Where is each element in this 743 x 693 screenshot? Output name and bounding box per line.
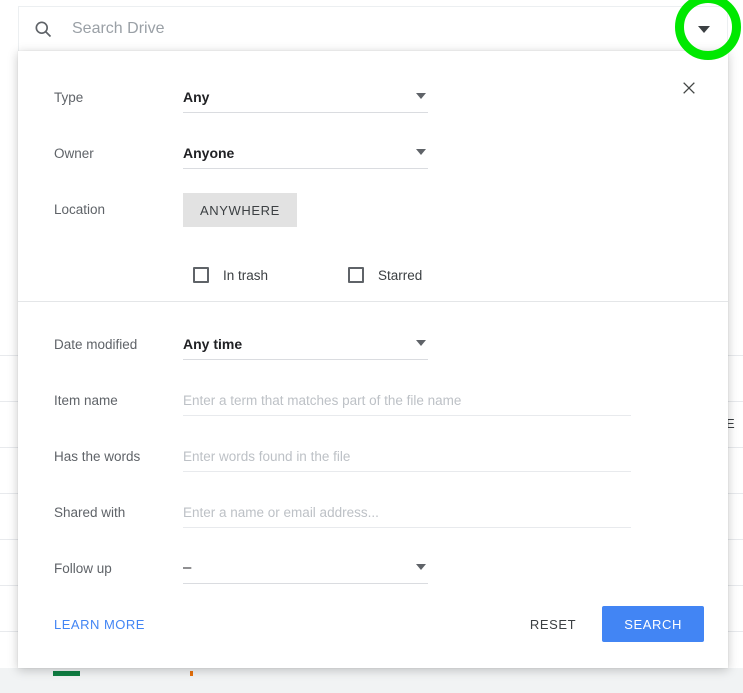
date-modified-select[interactable]: Any time: [183, 328, 428, 360]
item-name-input[interactable]: [183, 384, 631, 416]
type-select-value: Any: [183, 88, 210, 105]
secondary-filters-section: Date modified Any time Item name Has the…: [18, 302, 728, 608]
sheets-file-icon: [53, 671, 80, 676]
search-bar: [18, 6, 728, 51]
field-owner: Owner Anyone: [18, 137, 728, 193]
type-select[interactable]: Any: [183, 81, 428, 113]
has-the-words-input[interactable]: [183, 440, 631, 472]
primary-filters-section: Type Any Owner Anyone Location ANYWHERE …: [18, 51, 728, 301]
search-icon[interactable]: [31, 17, 55, 41]
field-date-modified: Date modified Any time: [18, 328, 728, 384]
field-label: Location: [54, 202, 106, 217]
starred-label: Starred: [378, 267, 423, 283]
field-shared-with: Shared with: [18, 496, 728, 552]
footer-actions: RESET SEARCH: [516, 606, 704, 642]
in-trash-checkbox[interactable]: In trash: [193, 267, 268, 283]
drive-advanced-search-screen: E Search Drive Type Any Owner Anyone Loc…: [0, 0, 743, 693]
field-label: Owner: [54, 146, 94, 161]
chevron-down-icon: [416, 93, 426, 99]
field-label: Item name: [54, 393, 118, 408]
file-accent-icon: [190, 671, 193, 676]
checkbox-box[interactable]: [193, 267, 209, 283]
search-button[interactable]: SEARCH: [602, 606, 704, 642]
field-control: Anyone: [183, 137, 428, 169]
field-control: Any time: [183, 328, 428, 360]
chevron-down-icon: [698, 25, 710, 33]
chevron-down-icon: [416, 340, 426, 346]
field-label: Follow up: [54, 561, 112, 576]
starred-checkbox[interactable]: Starred: [348, 267, 422, 283]
field-location: Location ANYWHERE: [18, 193, 728, 249]
search-input[interactable]: [70, 19, 681, 39]
owner-select-value: Anyone: [183, 144, 235, 161]
advanced-search-panel: Type Any Owner Anyone Location ANYWHERE …: [18, 51, 728, 668]
field-control: [183, 384, 631, 416]
field-control: ANYWHERE: [183, 193, 297, 227]
field-control: Any: [183, 81, 428, 113]
reset-button[interactable]: RESET: [516, 607, 590, 642]
shared-with-input[interactable]: [183, 496, 631, 528]
checkbox-box[interactable]: [348, 267, 365, 283]
chevron-down-icon: [416, 564, 426, 570]
field-label: Type: [54, 90, 84, 105]
close-icon[interactable]: [674, 73, 704, 103]
field-control: [183, 440, 631, 472]
flag-checkbox-row: In trash Starred: [18, 249, 728, 301]
field-has-the-words: Has the words: [18, 440, 728, 496]
date-modified-select-value: Any time: [183, 335, 243, 352]
field-label: Date modified: [54, 337, 138, 352]
field-label: Has the words: [54, 449, 141, 464]
learn-more-link[interactable]: LEARN MORE: [54, 617, 145, 632]
chevron-down-icon: [416, 149, 426, 155]
owner-select[interactable]: Anyone: [183, 137, 428, 169]
follow-up-select-value: –: [183, 559, 192, 576]
panel-footer: LEARN MORE RESET SEARCH: [18, 580, 728, 668]
in-trash-label: In trash: [223, 267, 269, 283]
field-type: Type Any: [18, 81, 728, 137]
search-options-toggle[interactable]: [681, 7, 727, 52]
location-anywhere-button[interactable]: ANYWHERE: [183, 193, 297, 227]
page-background: [0, 668, 743, 693]
field-item-name: Item name: [18, 384, 728, 440]
field-control: [183, 496, 631, 528]
field-label: Shared with: [54, 505, 126, 520]
